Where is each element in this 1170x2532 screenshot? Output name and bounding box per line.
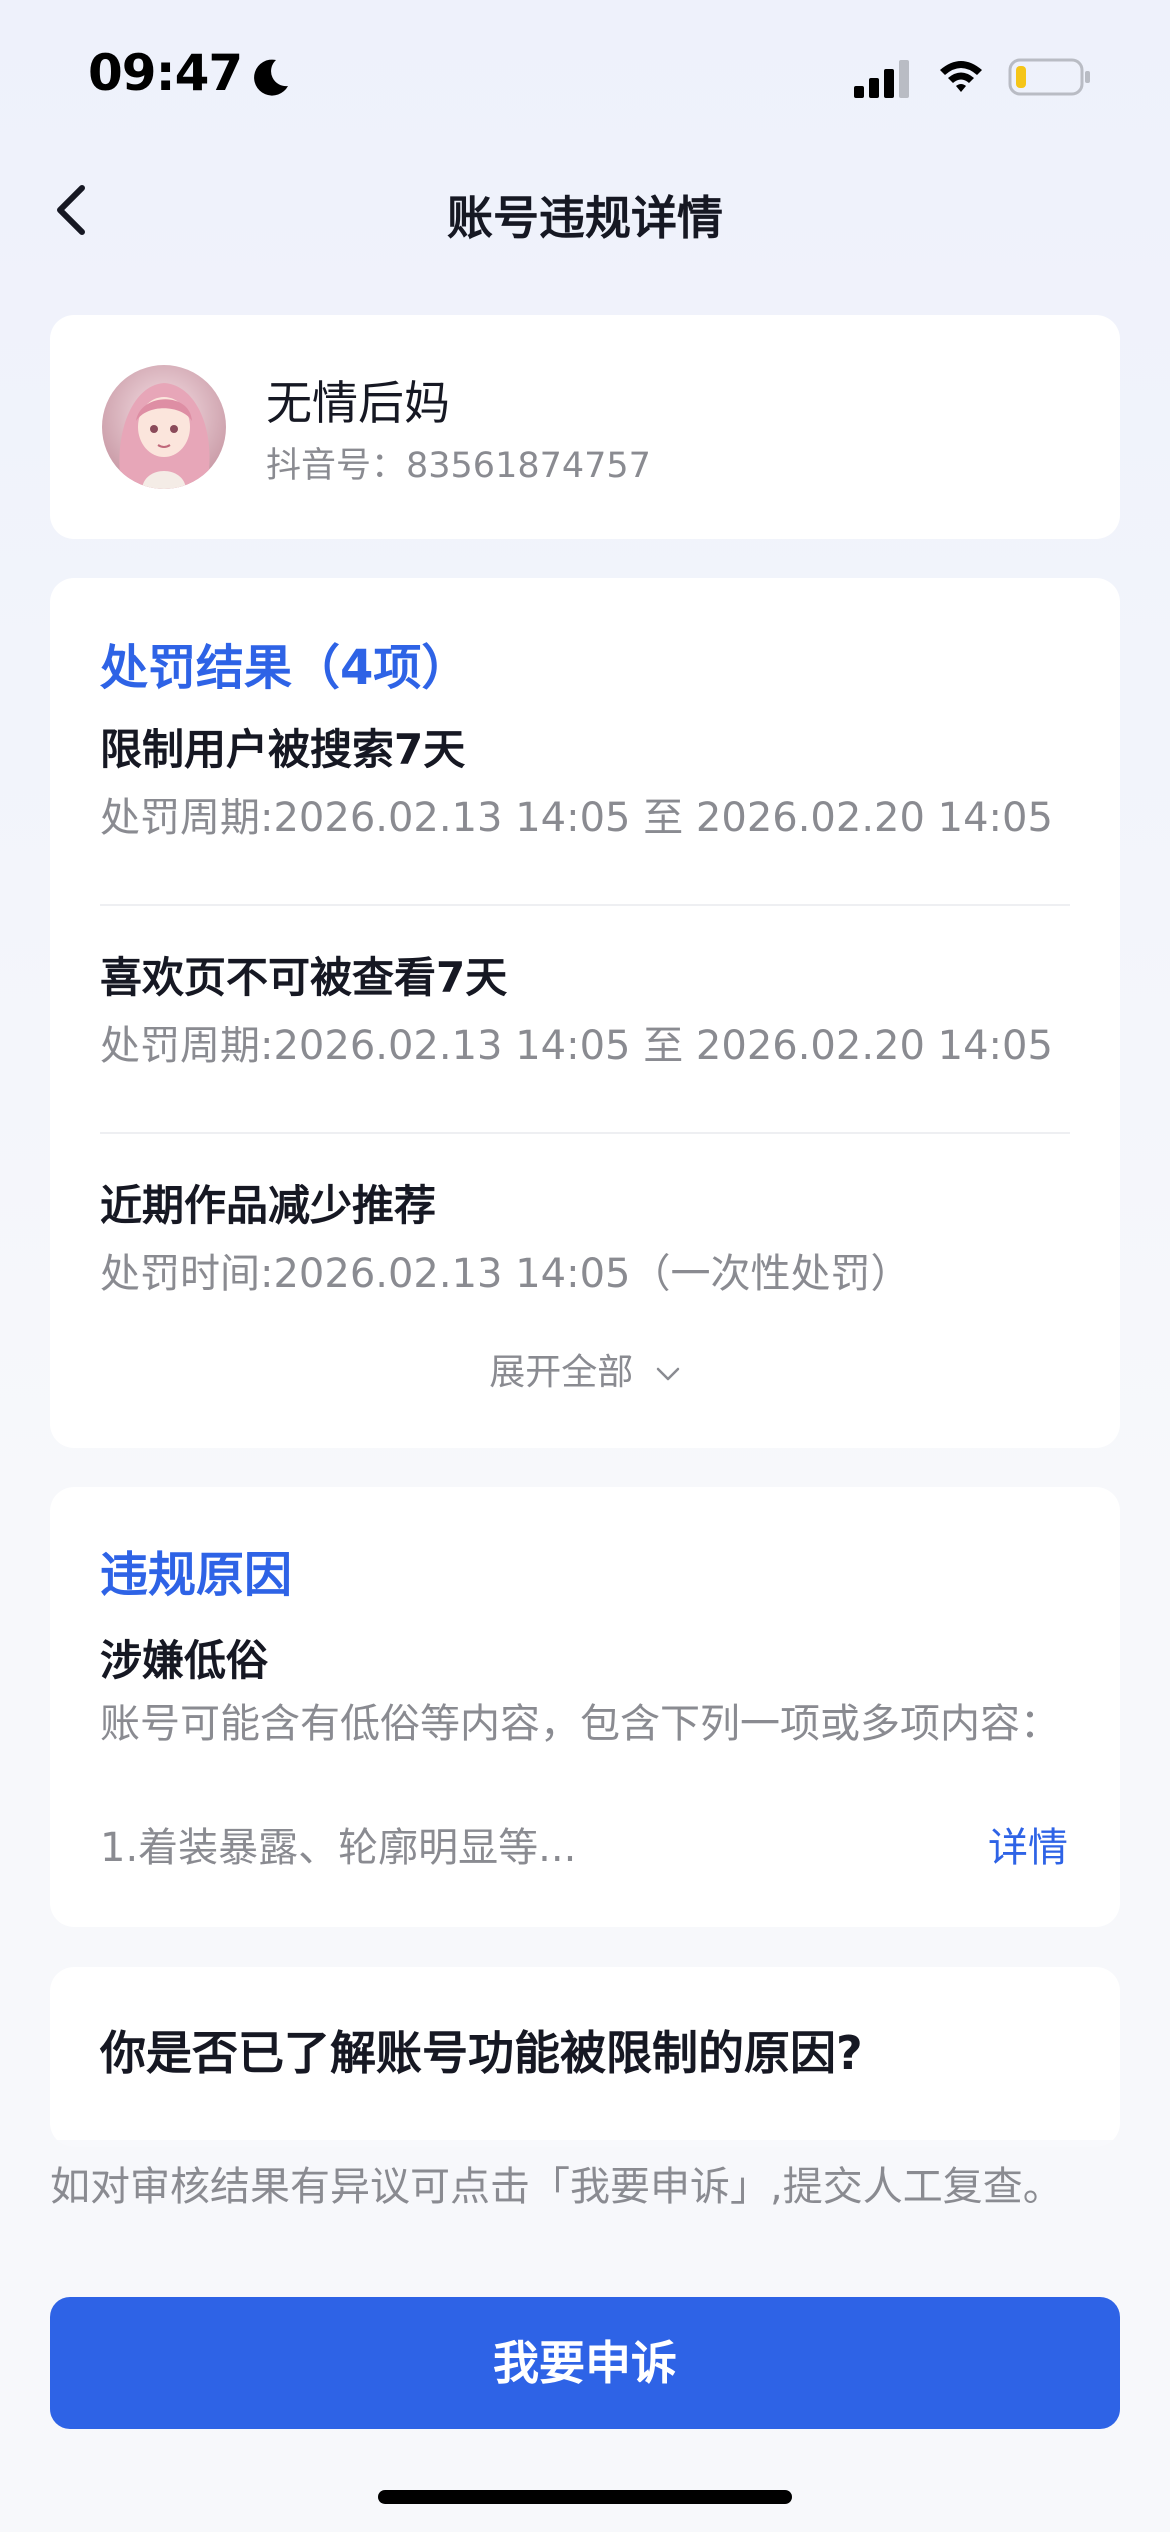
violation-reason-card: 违规原因 涉嫌低俗 账号可能含有低俗等内容，包含下列一项或多项内容： 1.着装暴… (50, 1487, 1120, 1927)
punishment-period: 处罚周期:2026.02.13 14:05 至 2026.02.20 14:05 (100, 795, 1053, 841)
status-time: 09:47 (88, 44, 243, 102)
reason-description: 账号可能含有低俗等内容，包含下列一项或多项内容： (100, 1701, 1060, 1747)
battery-icon (1008, 58, 1090, 96)
reason-item: 1.着装暴露、轮廓明显等... (100, 1825, 577, 1871)
punishment-period: 处罚周期:2026.02.13 14:05 至 2026.02.20 14:05 (100, 1023, 1053, 1069)
divider (100, 904, 1070, 906)
reason-title: 违规原因 (100, 1547, 293, 1603)
punishment-item: 喜欢页不可被查看7天 处罚周期:2026.02.13 14:05 至 2026.… (100, 948, 1070, 1076)
douyin-id: 抖音号：83561874757 (266, 446, 651, 486)
punishment-card: 处罚结果（4项） 限制用户被搜索7天 处罚周期:2026.02.13 14:05… (50, 578, 1120, 1448)
punishment-item: 近期作品减少推荐 处罚时间:2026.02.13 14:05（一次性处罚） (100, 1176, 1070, 1304)
status-bar: 09:47 (0, 0, 1170, 150)
nickname: 无情后妈 (266, 376, 450, 430)
page-title: 账号违规详情 (447, 191, 723, 245)
question-text: 你是否已了解账号功能被限制的原因? (100, 2026, 863, 2080)
divider (100, 1132, 1070, 1134)
profile-card: 无情后妈 抖音号：83561874757 (50, 315, 1120, 539)
wifi-icon (940, 61, 982, 92)
moon-icon (254, 59, 288, 96)
signal-icon (854, 60, 909, 98)
appeal-hint: 如对审核结果有异议可点击「我要申诉」,提交人工复查。 (50, 2164, 1063, 2210)
punishment-item: 限制用户被搜索7天 处罚周期:2026.02.13 14:05 至 2026.0… (100, 720, 1070, 848)
punishment-name: 喜欢页不可被查看7天 (100, 953, 508, 1002)
appeal-panel: 如对审核结果有异议可点击「我要申诉」,提交人工复查。 我要申诉 (0, 2140, 1170, 2532)
home-indicator[interactable] (378, 2490, 792, 2504)
punishment-name: 限制用户被搜索7天 (100, 725, 466, 774)
detail-link[interactable]: 详情 (988, 1815, 1068, 1873)
reason-name: 涉嫌低俗 (100, 1636, 269, 1685)
appeal-button[interactable]: 我要申诉 (50, 2297, 1120, 2429)
question-card: 你是否已了解账号功能被限制的原因? (50, 1967, 1120, 2147)
punishment-title: 处罚结果（4项） (100, 640, 470, 696)
expand-all-label: 展开全部 (489, 1352, 634, 1393)
expand-all-button[interactable]: 展开全部 (50, 1348, 1120, 1398)
chevron-down-icon (656, 1367, 679, 1381)
avatar[interactable] (102, 365, 226, 489)
punishment-name: 近期作品减少推荐 (100, 1181, 437, 1230)
punishment-period: 处罚时间:2026.02.13 14:05（一次性处罚） (100, 1251, 911, 1297)
nav-bar: 账号违规详情 (0, 160, 1170, 260)
